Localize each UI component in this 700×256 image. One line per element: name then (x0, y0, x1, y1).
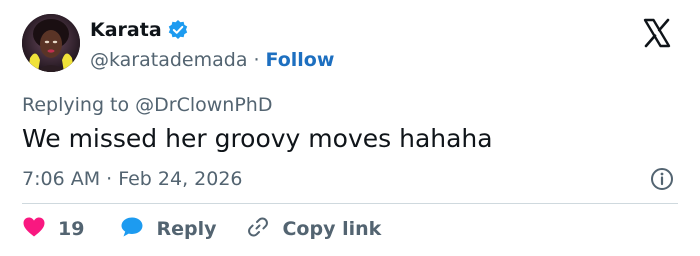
speech-bubble-icon (120, 216, 144, 243)
separator-dot: · (253, 49, 260, 71)
author-name-row: Karata (90, 17, 189, 43)
avatar[interactable] (22, 14, 80, 72)
info-icon[interactable] (649, 166, 675, 192)
tweet-text: We missed her groovy moves hahaha (22, 124, 493, 153)
like-button[interactable]: 19 (22, 216, 84, 243)
x-logo-icon[interactable] (641, 17, 673, 49)
tweet-card: Karata @karatademada · Follow Replying t… (0, 0, 700, 256)
author-display-name[interactable]: Karata (90, 17, 162, 43)
tweet-timestamp[interactable]: 7:06 AM · Feb 24, 2026 (22, 166, 243, 192)
author-handle[interactable]: @karatademada (90, 49, 247, 71)
link-icon (246, 215, 270, 244)
replying-to-label: Replying to @DrClownPhD (22, 94, 273, 116)
copy-link-button[interactable]: Copy link (246, 215, 381, 244)
divider (22, 203, 678, 204)
author-handle-row: @karatademada · Follow (90, 47, 334, 73)
verified-badge-icon (167, 19, 189, 41)
copy-link-label: Copy link (282, 218, 382, 240)
heart-icon (22, 216, 46, 243)
like-count: 19 (58, 218, 85, 240)
action-bar: 19 Reply Copy link (22, 214, 381, 244)
follow-button[interactable]: Follow (266, 49, 335, 71)
reply-label: Reply (156, 218, 217, 240)
reply-button[interactable]: Reply (120, 216, 216, 243)
